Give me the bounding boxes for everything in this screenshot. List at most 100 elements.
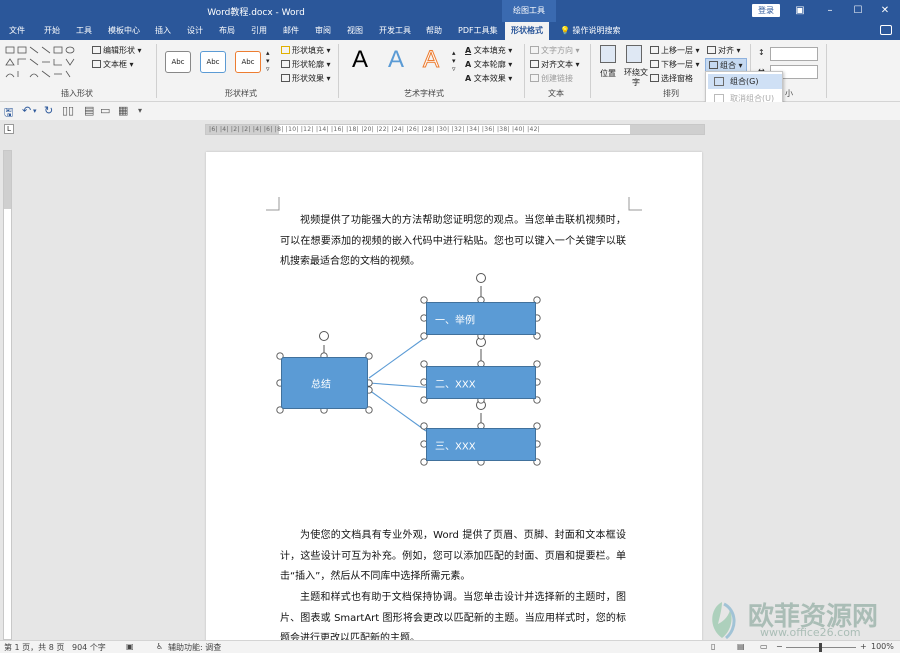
text-direction-label: 文字方向 [541,46,573,55]
shape-fill-button[interactable]: 形状填充 ▾ [281,45,331,56]
shapes-gallery[interactable] [5,45,81,83]
shape-styles-group-label: 形状样式 [225,89,257,98]
two-pages-icon[interactable]: ▯▯ [62,104,74,117]
wrap-text-button[interactable]: 环绕文字 [622,45,648,88]
bring-forward-button[interactable]: 上移一层 ▾ [650,45,700,56]
tab-template-center[interactable]: 模板中心 [108,22,140,40]
insert-shapes-group-label: 插入形状 [61,89,93,98]
tab-view[interactable]: 视图 [347,22,363,40]
redo-icon[interactable]: ↻ [44,104,53,117]
text-direction-button[interactable]: 文字方向 ▾ [530,45,580,56]
fill-bucket-icon [281,46,290,54]
paragraph-1[interactable]: 视频提供了功能强大的方法帮助您证明您的观点。当您单击联机视频时，可以在想要添加的… [280,211,626,273]
print-preview-icon[interactable]: ▤ [84,104,94,117]
tab-file[interactable]: 文件 [9,22,25,40]
undo-dropdown-icon[interactable]: ▾ [33,107,37,115]
tab-developer[interactable]: 开发工具 [379,22,411,40]
rotate-handle [476,273,486,283]
pen-icon [281,60,290,68]
undo-icon[interactable]: ↶ [22,104,31,117]
separator [156,44,157,98]
tab-layout[interactable]: 布局 [219,22,235,40]
tab-tools[interactable]: 工具 [76,22,92,40]
accessibility-status[interactable]: 辅助功能: 调查 [168,642,221,653]
ribbon-tabs: 文件 开始 工具 模板中心 插入 设计 布局 引用 邮件 审阅 视图 开发工具 … [0,22,900,40]
text-outline-button[interactable]: A 文本轮廓 ▾ [465,59,512,70]
box-second[interactable]: 二、XXX [426,366,536,399]
tab-mailings[interactable]: 邮件 [283,22,299,40]
web-layout-icon[interactable]: ▭ [760,642,768,651]
screenshot-icon[interactable]: ▦ [118,104,128,117]
new-doc-icon[interactable]: ▭ [100,104,110,117]
print-layout-icon[interactable]: ▤ [737,642,745,651]
box-third[interactable]: 三、XXX [426,428,536,461]
tab-review[interactable]: 审阅 [315,22,331,40]
maximize-icon[interactable]: ☐ [850,4,866,18]
send-backward-button[interactable]: 下移一层 ▾ [650,59,700,70]
wordart-style-black[interactable]: A [352,46,368,74]
wordart-more-icon[interactable]: ▴ ▾ ▿ [452,49,456,73]
page-count[interactable]: 第 1 页，共 8 页 [4,642,64,653]
create-link-label: 创建链接 [541,74,573,83]
zoom-level[interactable]: 100% [871,642,894,651]
word-count[interactable]: 904 个字 [72,642,106,653]
proofing-icon[interactable]: ▣ [126,642,134,651]
shape-effect-button[interactable]: 形状效果 ▾ [281,73,331,84]
title-bar: Word教程.docx - Word 绘图工具 登录 ▣ – ☐ ✕ [0,0,900,22]
box-third-label: 三、XXX [435,441,476,452]
text-fill-icon: A [465,46,472,55]
text-effect-button[interactable]: A 文本效果 ▾ [465,73,512,84]
align-text-button[interactable]: 对齐文本 ▾ [530,59,580,70]
tab-shape-format[interactable]: 形状格式 [505,22,549,40]
vertical-ruler[interactable] [3,150,12,640]
wordart-style-orange[interactable]: A [422,46,439,74]
size-group-label: 小 [785,89,793,98]
horizontal-ruler[interactable]: |6| |4| |2| |2| |4| |6| |8| |10| |12| |1… [205,124,705,135]
tab-home[interactable]: 开始 [44,22,60,40]
shape-style-1[interactable]: Abc [165,51,191,73]
watermark-logo-icon [712,602,736,640]
box-example[interactable]: 一、举例 [426,302,536,335]
create-link-button[interactable]: 创建链接 [530,73,573,84]
document-page[interactable]: 视频提供了功能强大的方法帮助您证明您的观点。当您单击联机视频时，可以在想要添加的… [206,152,702,652]
shape-styles-more-icon[interactable]: ▴ ▾ ▿ [266,49,270,73]
read-mode-icon[interactable]: ▯ [711,642,715,651]
edit-shape-label: 编辑形状 [103,46,135,55]
edit-shape-button[interactable]: 编辑形状 ▾ [92,45,142,56]
box-example-label: 一、举例 [435,315,475,326]
zoom-in-icon[interactable]: + [860,642,867,651]
minimize-icon[interactable]: – [822,4,838,18]
text-box-button[interactable]: 文本框 ▾ [92,59,134,70]
wordart-style-blue[interactable]: A [388,46,404,74]
align-button[interactable]: 对齐 ▾ [707,45,741,56]
paragraph-2[interactable]: 为使您的文档具有专业外观，Word 提供了页眉、页脚、封面和文本框设计，这些设计… [280,526,626,588]
shape-style-3[interactable]: Abc [235,51,261,73]
tab-references[interactable]: 引用 [251,22,267,40]
tab-selector-icon[interactable]: L [4,124,14,134]
zoom-out-icon[interactable]: − [776,642,783,651]
rotate-handle [476,337,486,347]
selection-pane-button[interactable]: 选择窗格 [650,73,693,84]
shape-style-2[interactable]: Abc [200,51,226,73]
zoom-slider-thumb[interactable] [819,643,822,652]
tab-pdf-tools[interactable]: PDF工具集 [458,22,498,40]
shape-outline-button[interactable]: 形状轮廓 ▾ [281,59,331,70]
tab-design[interactable]: 设计 [187,22,203,40]
tell-me-search[interactable]: 💡 操作说明搜索 [560,22,621,40]
connector-to-box1 [368,336,427,379]
group-menu-item[interactable]: 组合(G) [708,74,782,89]
connector-to-box3 [368,389,427,432]
text-fill-button[interactable]: A 文本填充 ▾ [465,45,512,56]
close-icon[interactable]: ✕ [877,4,893,18]
summary-box[interactable]: 总结 [281,357,368,409]
tab-help[interactable]: 帮助 [426,22,442,40]
ribbon-display-options-icon[interactable]: ▣ [792,4,808,18]
position-button[interactable]: 位置 [597,45,619,79]
customize-qat-icon[interactable]: ▾ [138,106,142,115]
tab-insert[interactable]: 插入 [155,22,171,40]
position-label: 位置 [600,69,616,78]
shape-fill-label: 形状填充 [292,46,324,55]
comments-icon[interactable] [880,25,892,35]
shape-height-input[interactable] [770,47,818,61]
login-button[interactable]: 登录 [752,4,780,17]
